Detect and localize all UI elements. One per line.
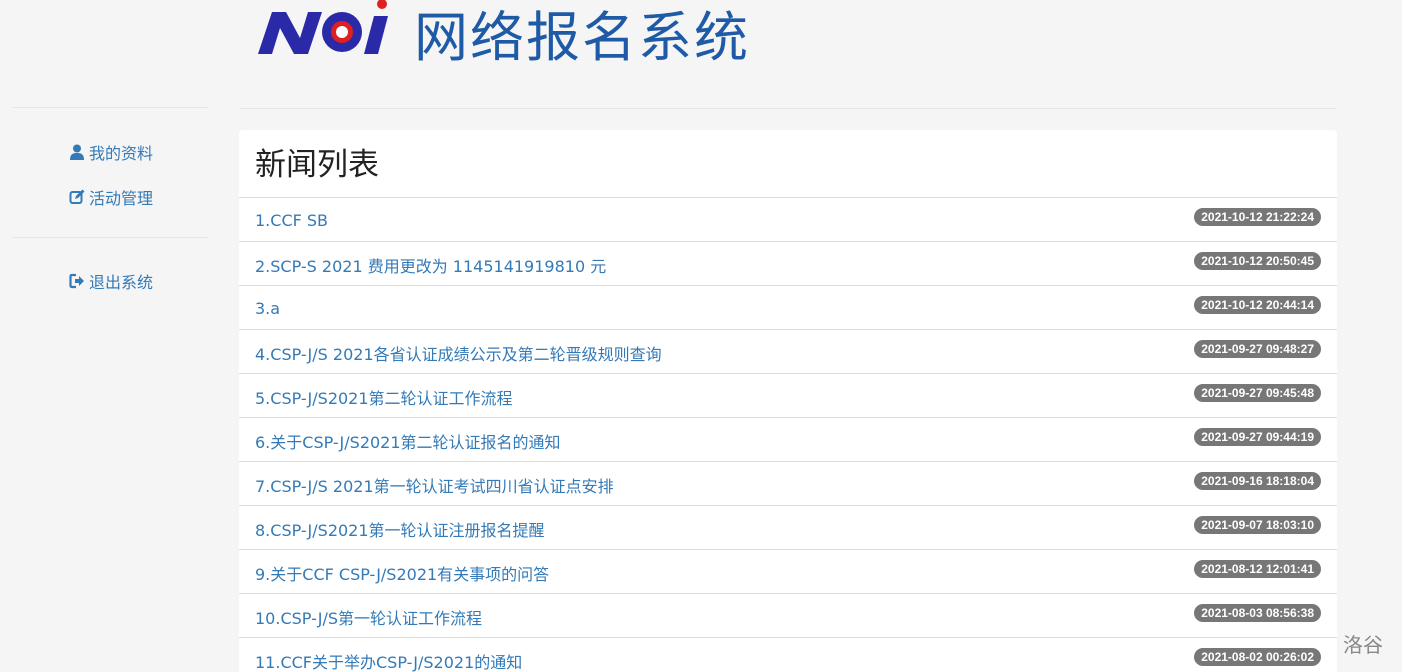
news-row: 11.CCF关于举办CSP-J/S2021的通知 2021-08-02 00:26…	[239, 638, 1337, 672]
news-row: 3.a 2021-10-12 20:44:14	[239, 286, 1337, 330]
news-title-link[interactable]: 7.CSP-J/S 2021第一轮认证考试四川省认证点安排	[255, 473, 614, 497]
news-date-badge: 2021-10-12 21:22:24	[1194, 207, 1321, 226]
news-title-link[interactable]: 6.关于CSP-J/S2021第二轮认证报名的通知	[255, 429, 561, 453]
news-date-badge: 2021-09-07 18:03:10	[1194, 515, 1321, 534]
noi-logo[interactable]	[258, 0, 390, 62]
sidebar-item-label: 活动管理	[89, 189, 154, 208]
news-row: 6.关于CSP-J/S2021第二轮认证报名的通知 2021-09-27 09:4…	[239, 418, 1337, 462]
news-row: 2.SCP-S 2021 费用更改为 1145141919810 元 2021-1…	[239, 242, 1337, 286]
news-row: 1.CCF SB 2021-10-12 21:22:24	[239, 198, 1337, 242]
news-title-link[interactable]: 5.CSP-J/S2021第二轮认证工作流程	[255, 385, 513, 409]
news-date-badge: 2021-08-12 12:01:41	[1194, 559, 1321, 578]
news-list: 1.CCF SB 2021-10-12 21:22:24 2.SCP-S 2021 …	[239, 198, 1337, 672]
sidebar-item-label: 退出系统	[89, 273, 154, 292]
news-date-badge: 2021-09-27 09:44:19	[1194, 427, 1321, 446]
news-date-badge: 2021-08-03 08:56:38	[1194, 603, 1321, 622]
watermark: 洛谷	[1343, 633, 1383, 657]
news-panel: 新闻列表 1.CCF SB 2021-10-12 21:22:24 2.SCP-S …	[239, 130, 1337, 672]
sidebar-divider-top	[12, 107, 208, 108]
edit-icon	[69, 189, 85, 204]
user-icon	[70, 144, 84, 160]
news-date-badge: 2021-08-02 00:26:02	[1194, 647, 1321, 666]
news-panel-title: 新闻列表	[239, 130, 1337, 198]
news-row: 5.CSP-J/S2021第二轮认证工作流程 2021-09-27 09:45:4…	[239, 374, 1337, 418]
news-row: 4.CSP-J/S 2021各省认证成绩公示及第二轮晋级规则查询 2021-09-…	[239, 330, 1337, 374]
page: 网络报名系统 我的资料 活动管理 退出系统 新闻列表 1.CCF SB 2021-…	[0, 0, 1402, 672]
news-row: 10.CSP-J/S第一轮认证工作流程 2021-08-03 08:56:38	[239, 594, 1337, 638]
news-date-badge: 2021-09-16 18:18:04	[1194, 471, 1321, 490]
sidebar-item-logout[interactable]: 退出系统	[69, 269, 153, 293]
news-row: 8.CSP-J/S2021第一轮认证注册报名提醒 2021-09-07 18:03…	[239, 506, 1337, 550]
site-header: 网络报名系统	[258, 0, 750, 69]
news-title-link[interactable]: 8.CSP-J/S2021第一轮认证注册报名提醒	[255, 517, 545, 541]
header-divider	[239, 108, 1337, 109]
news-date-badge: 2021-10-12 20:44:14	[1194, 295, 1321, 314]
news-row: 7.CSP-J/S 2021第一轮认证考试四川省认证点安排 2021-09-16 …	[239, 462, 1337, 506]
news-date-badge: 2021-09-27 09:48:27	[1194, 339, 1321, 358]
news-title-link[interactable]: 3.a	[255, 299, 280, 318]
news-row: 9.关于CCF CSP-J/S2021有关事项的问答 2021-08-12 12:…	[239, 550, 1337, 594]
news-title-link[interactable]: 9.关于CCF CSP-J/S2021有关事项的问答	[255, 561, 549, 585]
sidebar-item-label: 我的资料	[89, 144, 154, 163]
news-title-link[interactable]: 11.CCF关于举办CSP-J/S2021的通知	[255, 649, 522, 672]
sidebar-item-activity-management[interactable]: 活动管理	[69, 185, 153, 209]
sign-out-icon	[69, 273, 84, 289]
news-title-link[interactable]: 4.CSP-J/S 2021各省认证成绩公示及第二轮晋级规则查询	[255, 341, 662, 365]
news-date-badge: 2021-10-12 20:50:45	[1194, 251, 1321, 270]
sidebar-divider-bottom	[12, 237, 208, 238]
news-title-link[interactable]: 1.CCF SB	[255, 211, 328, 230]
news-title-link[interactable]: 10.CSP-J/S第一轮认证工作流程	[255, 605, 482, 629]
news-title-link[interactable]: 2.SCP-S 2021 费用更改为 1145141919810 元	[255, 253, 606, 277]
sidebar-item-profile[interactable]: 我的资料	[69, 140, 153, 164]
news-date-badge: 2021-09-27 09:45:48	[1194, 383, 1321, 402]
site-title: 网络报名系统	[414, 5, 750, 69]
